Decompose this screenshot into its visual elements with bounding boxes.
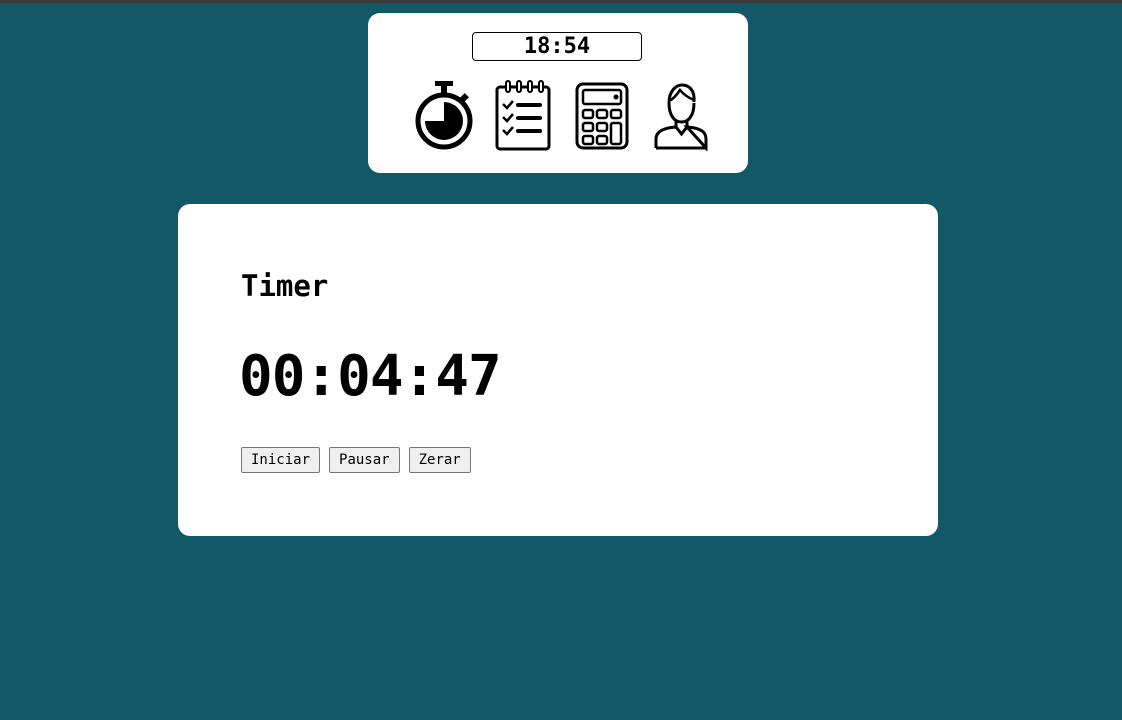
timer-title: Timer bbox=[241, 269, 329, 303]
start-button[interactable]: Iniciar bbox=[241, 447, 321, 473]
calculator-icon bbox=[575, 82, 629, 150]
nav-timer-button[interactable] bbox=[411, 80, 477, 152]
nav-card: 18:54 bbox=[368, 13, 748, 173]
reset-button[interactable]: Zerar bbox=[408, 447, 471, 473]
stopwatch-icon bbox=[415, 81, 473, 150]
nav-profile-button[interactable] bbox=[648, 80, 714, 152]
nav-tasks-button[interactable] bbox=[490, 80, 556, 152]
user-icon bbox=[654, 83, 708, 151]
clock-display: 18:54 bbox=[472, 32, 642, 61]
timer-display: 00:04:47 bbox=[239, 344, 502, 409]
timer-controls: Iniciar Pausar Zerar bbox=[241, 447, 471, 473]
pause-button[interactable]: Pausar bbox=[329, 447, 400, 473]
checklist-icon bbox=[495, 80, 551, 151]
nav-calculator-button[interactable] bbox=[569, 80, 635, 152]
timer-card: Timer 00:04:47 Iniciar Pausar Zerar bbox=[178, 204, 938, 536]
window-top-border bbox=[0, 0, 1122, 3]
app-nav bbox=[411, 80, 714, 152]
